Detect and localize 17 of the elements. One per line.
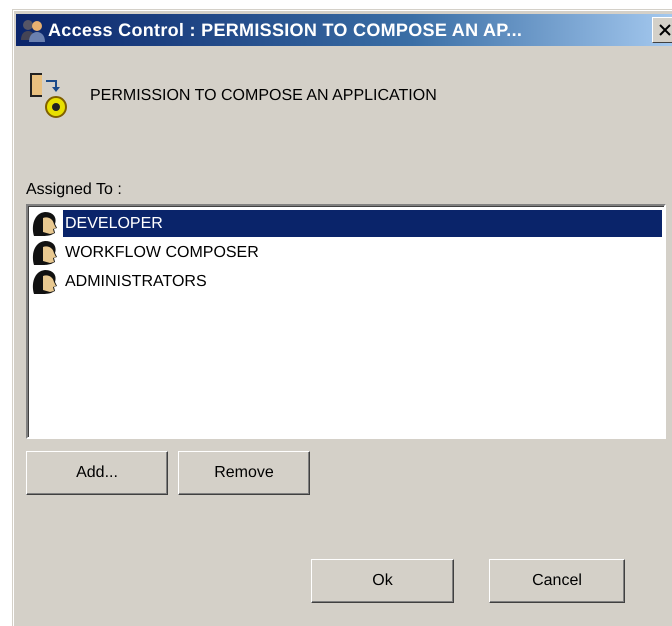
list-item[interactable]: WORKFLOW COMPOSER — [63, 239, 662, 266]
user-icon — [30, 210, 60, 238]
user-icon — [30, 268, 60, 296]
list-item[interactable]: DEVELOPER — [63, 210, 662, 237]
close-icon — [658, 24, 672, 36]
assigned-label: Assigned To : — [26, 181, 123, 200]
window-title: Access Control : PERMISSION TO COMPOSE AN AP... — [48, 20, 524, 40]
close-button[interactable] — [652, 17, 672, 43]
cancel-button[interactable]: Cancel — [489, 559, 625, 603]
remove-button[interactable]: Remove — [178, 451, 310, 495]
list-item[interactable]: ADMINISTRATORS — [63, 268, 662, 295]
users-icon — [20, 18, 46, 42]
permission-name: PERMISSION TO COMPOSE AN APPLICATION — [90, 87, 437, 105]
assigned-list[interactable]: DEVELOPER WORKFLOW COMPOSER ADMINISTRATORS — [26, 204, 666, 439]
add-button[interactable]: Add... — [26, 451, 168, 495]
user-icon — [30, 238, 60, 266]
ok-button[interactable]: Ok — [311, 559, 454, 603]
